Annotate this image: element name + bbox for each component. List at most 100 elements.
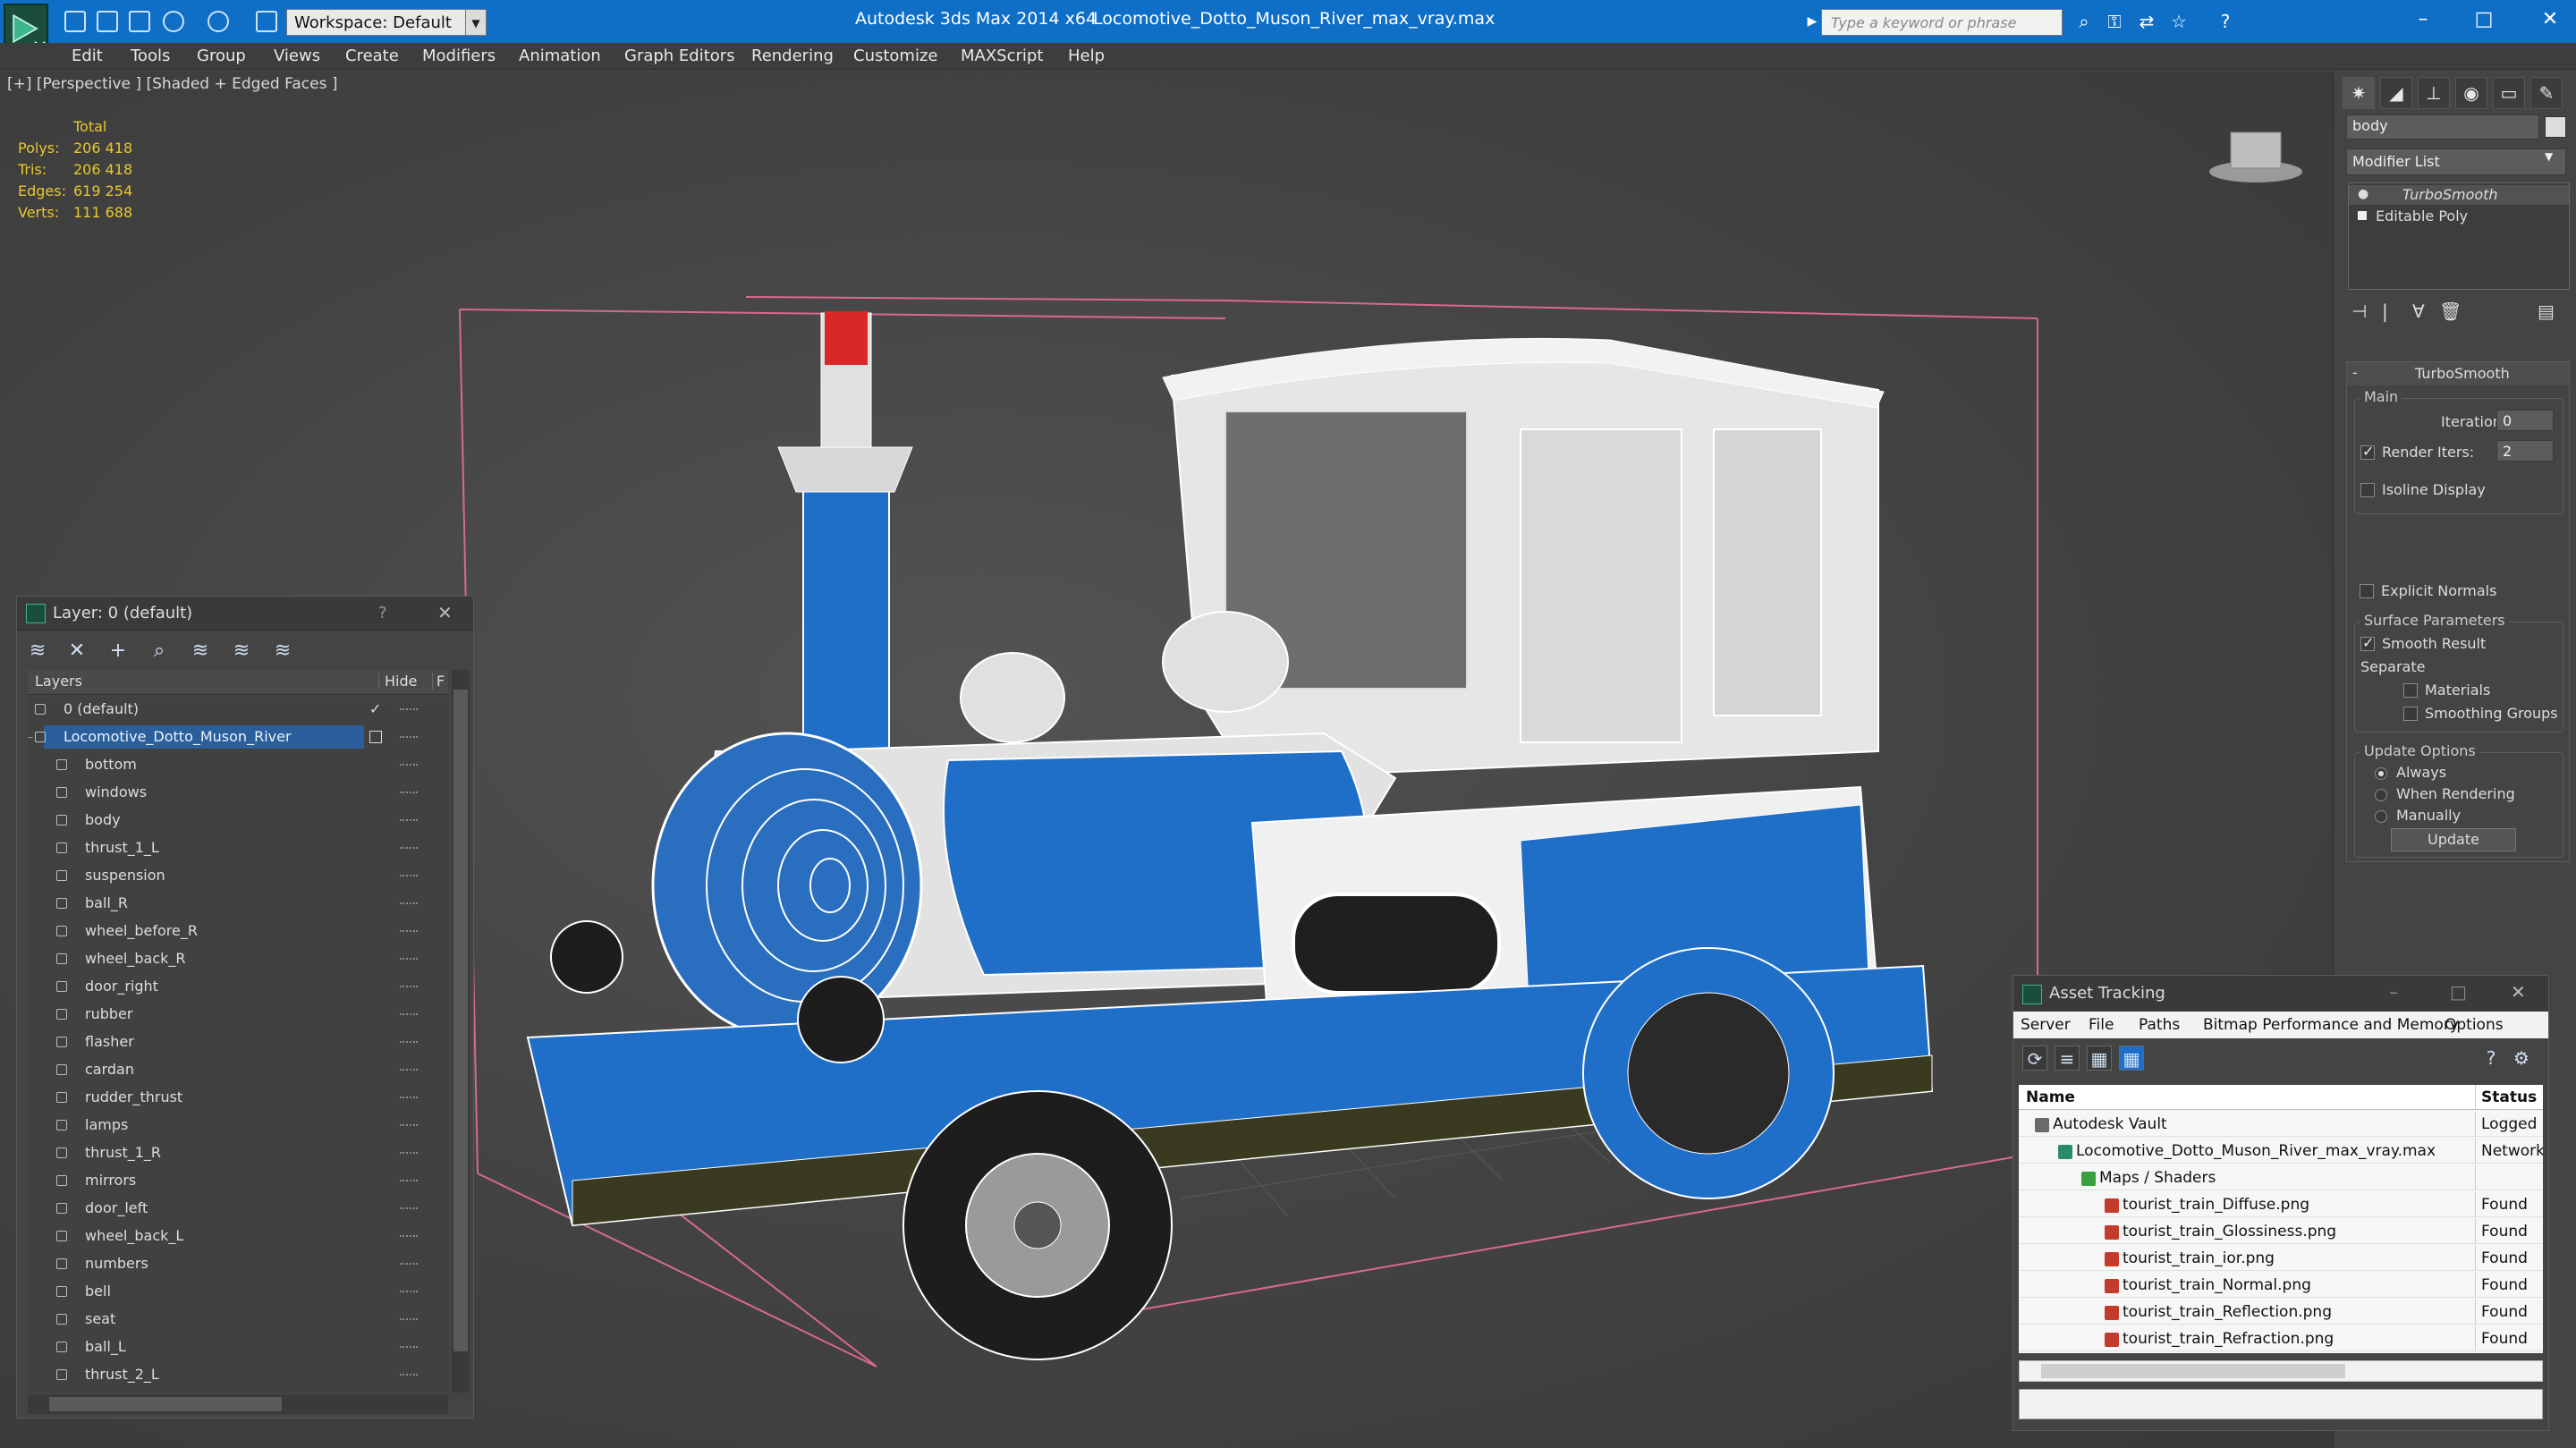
layer-row[interactable]: 0 (default) ✓ — [28, 697, 448, 722]
settings-icon[interactable]: ⚙ — [2509, 1046, 2534, 1071]
close-button[interactable]: ✕ — [2528, 5, 2572, 34]
asset-row[interactable]: tourist_train_ior.png Found — [2019, 1246, 2543, 1271]
workspace-dropdown[interactable]: Workspace: Default — [286, 9, 479, 36]
menu-views[interactable]: Views — [274, 47, 320, 65]
table-view-icon[interactable]: ▦ — [2119, 1046, 2144, 1071]
smoothing-groups-checkbox[interactable] — [2403, 707, 2418, 721]
highlight-layer-icon[interactable]: ≋ — [189, 639, 212, 663]
menu-create[interactable]: Create — [345, 47, 399, 65]
layer-row[interactable]: numbers — [28, 1251, 448, 1276]
modifier-list-dropdown[interactable]: Modifier List — [2346, 148, 2566, 175]
iterations-spinner[interactable]: 0 — [2496, 410, 2554, 431]
hide-toggle[interactable] — [400, 1291, 418, 1292]
minimize-button[interactable]: – — [2401, 5, 2445, 34]
asset-row[interactable]: tourist_train_Glossiness.png Found — [2019, 1219, 2543, 1244]
current-layer-check-icon[interactable]: ✓ — [369, 697, 381, 722]
project-folder-icon[interactable] — [256, 11, 277, 32]
create-layer-icon[interactable]: ≋ — [26, 639, 49, 663]
layer-row[interactable]: windows — [28, 780, 448, 805]
asset-tracking-titlebar[interactable]: Asset Tracking – □ ✕ — [2013, 976, 2548, 1012]
asset-row[interactable]: tourist_train_Reflection.png Found — [2019, 1300, 2543, 1325]
asset-row[interactable]: tourist_train_Normal.png Found — [2019, 1273, 2543, 1298]
layer-row[interactable]: rubber — [28, 1002, 448, 1027]
freeze-all-icon[interactable]: ≋ — [271, 639, 294, 663]
hide-toggle[interactable] — [400, 930, 418, 932]
asset-row[interactable]: tourist_train_Diffuse.png Found — [2019, 1192, 2543, 1217]
manually-radio[interactable] — [2375, 810, 2387, 823]
delete-layer-icon[interactable]: ✕ — [65, 639, 89, 663]
help-icon[interactable]: ? — [2479, 1046, 2504, 1071]
hide-toggle[interactable] — [400, 1235, 418, 1237]
layer-row[interactable]: bottom — [28, 752, 448, 777]
menu-animation[interactable]: Animation — [519, 47, 601, 65]
layer-row[interactable]: door_right — [28, 974, 448, 999]
menu-maxscript[interactable]: MAXScript — [961, 47, 1043, 65]
layer-list-scrollbar[interactable] — [452, 670, 470, 1393]
hide-toggle[interactable] — [400, 875, 418, 876]
menu-options[interactable]: Options — [2445, 1016, 2504, 1034]
maximize-icon[interactable]: □ — [2450, 981, 2467, 1003]
layer-row[interactable]: seat — [28, 1307, 448, 1332]
menu-customize[interactable]: Customize — [853, 47, 937, 65]
hide-toggle[interactable] — [400, 847, 418, 849]
hide-toggle[interactable] — [400, 902, 418, 904]
menu-server[interactable]: Server — [2021, 1016, 2071, 1034]
hide-toggle[interactable] — [400, 1013, 418, 1015]
hide-toggle[interactable] — [400, 764, 418, 766]
layer-row[interactable]: lamps — [28, 1113, 448, 1138]
open-file-icon[interactable] — [97, 11, 118, 32]
motion-tab-icon[interactable]: ◉ — [2455, 77, 2487, 109]
hide-toggle[interactable] — [400, 819, 418, 821]
lightbulb-icon[interactable]: ● — [2358, 187, 2368, 201]
hide-toggle[interactable] — [400, 1069, 418, 1071]
menu-graph-editors[interactable]: Graph Editors — [624, 47, 735, 65]
menu-edit[interactable]: Edit — [72, 47, 103, 65]
hide-toggle[interactable] — [400, 958, 418, 960]
exchange-icon[interactable]: ⇄ — [2136, 11, 2157, 32]
layer-row[interactable]: mirrors — [28, 1168, 448, 1193]
materials-checkbox[interactable] — [2403, 683, 2418, 698]
asset-row[interactable]: tourist_train_Refraction.png Found — [2019, 1326, 2543, 1351]
undo-icon[interactable] — [163, 11, 184, 32]
update-button[interactable]: Update — [2391, 828, 2516, 851]
hide-toggle[interactable] — [400, 736, 418, 738]
maximize-button[interactable]: □ — [2462, 5, 2506, 34]
asset-row[interactable]: Autodesk Vault Logged — [2019, 1112, 2543, 1137]
layer-list-hscrollbar[interactable] — [28, 1394, 448, 1414]
layer-row[interactable]: bell — [28, 1279, 448, 1304]
menu-group[interactable]: Group — [197, 47, 246, 65]
layer-row[interactable]: ball_L — [28, 1334, 448, 1359]
chevron-down-icon[interactable]: ▼ — [465, 9, 487, 36]
minimize-icon[interactable]: – — [2389, 981, 2398, 1003]
when-rendering-radio[interactable] — [2375, 789, 2387, 801]
show-end-result-icon[interactable]: | — [2382, 301, 2388, 322]
menu-bitmap-performance[interactable]: Bitmap Performance and Memory — [2203, 1016, 2459, 1034]
layer-row[interactable]: wheel_before_R — [28, 919, 448, 944]
object-name-field[interactable]: body — [2346, 114, 2539, 140]
new-file-icon[interactable] — [64, 11, 86, 32]
asset-row[interactable]: Locomotive_Dotto_Muson_River_max_vray.ma… — [2019, 1139, 2543, 1164]
hide-all-icon[interactable]: ≋ — [230, 639, 253, 663]
key-icon[interactable]: ⚿ — [2104, 11, 2125, 32]
refresh-icon[interactable]: ⟳ — [2022, 1046, 2047, 1071]
save-file-icon[interactable] — [129, 11, 150, 32]
menu-help[interactable]: Help — [1068, 47, 1105, 65]
layer-row[interactable]: wheel_back_L — [28, 1224, 448, 1249]
hide-toggle[interactable] — [400, 708, 418, 710]
pin-stack-icon[interactable]: ⊣ — [2351, 301, 2367, 322]
always-radio[interactable] — [2375, 767, 2387, 780]
stack-item-editable-poly[interactable]: Editable Poly — [2349, 207, 2569, 226]
hide-toggle[interactable] — [400, 986, 418, 987]
collapse-icon[interactable]: - — [2352, 364, 2358, 381]
hide-toggle[interactable] — [400, 1124, 418, 1126]
redo-icon[interactable] — [208, 11, 229, 32]
asset-row[interactable]: Maps / Shaders — [2019, 1165, 2543, 1190]
make-unique-icon[interactable]: ∀ — [2412, 301, 2425, 322]
isoline-display-checkbox[interactable] — [2360, 483, 2375, 497]
asset-table-hscrollbar[interactable] — [2019, 1360, 2543, 1382]
render-iters-spinner[interactable]: 2 — [2496, 440, 2554, 461]
remove-modifier-icon[interactable]: 🗑 — [2439, 301, 2462, 322]
hierarchy-tab-icon[interactable]: ⊥ — [2418, 77, 2450, 109]
hide-toggle[interactable] — [400, 1041, 418, 1043]
configure-modifier-sets-icon[interactable]: ▤ — [2538, 301, 2555, 322]
